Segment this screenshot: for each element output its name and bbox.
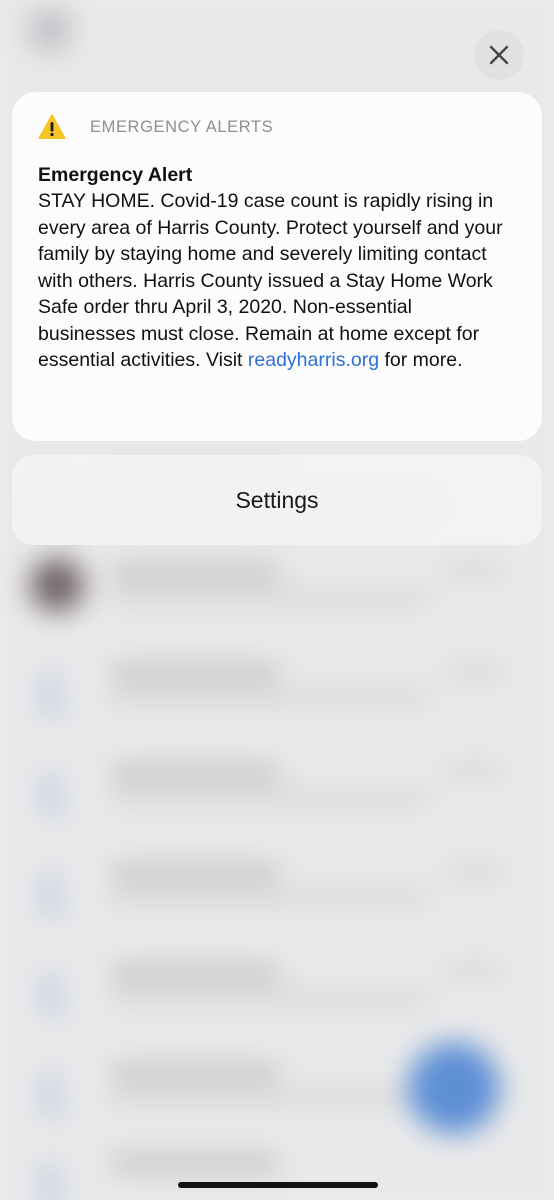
- background-row: [0, 540, 554, 630]
- background-row: [0, 640, 554, 730]
- alert-link[interactable]: readyharris.org: [248, 349, 379, 371]
- warning-triangle-icon: [38, 113, 66, 141]
- phone-icon: [30, 958, 84, 1012]
- alert-body-text: STAY HOME. Covid-19 case count is rapidl…: [38, 190, 503, 371]
- emergency-alert-card[interactable]: EMERGENCY ALERTS Emergency Alert STAY HO…: [12, 92, 542, 441]
- alert-app-name: EMERGENCY ALERTS: [90, 117, 274, 136]
- settings-label: Settings: [235, 486, 319, 513]
- close-icon: [489, 45, 509, 65]
- background-row: [0, 940, 554, 1030]
- alert-body-suffix: for more.: [379, 349, 463, 371]
- background-fab: [408, 1042, 500, 1134]
- alert-title: Emergency Alert: [38, 164, 193, 186]
- background-row: [0, 1130, 554, 1200]
- background-row: [0, 840, 554, 930]
- settings-button[interactable]: Settings: [12, 455, 542, 545]
- alert-header: EMERGENCY ALERTS: [38, 112, 516, 142]
- phone-icon: [30, 1058, 84, 1112]
- background-row: [0, 740, 554, 830]
- home-indicator[interactable]: [178, 1182, 378, 1188]
- background-top-icon: [30, 10, 70, 50]
- phone-icon: [30, 1148, 84, 1200]
- phone-icon: [30, 758, 84, 812]
- phone-icon: [30, 858, 84, 912]
- alert-body: STAY HOME. Covid-19 case count is rapidl…: [38, 188, 516, 374]
- phone-icon: [30, 658, 84, 712]
- avatar: [30, 558, 84, 612]
- close-button[interactable]: [474, 30, 524, 80]
